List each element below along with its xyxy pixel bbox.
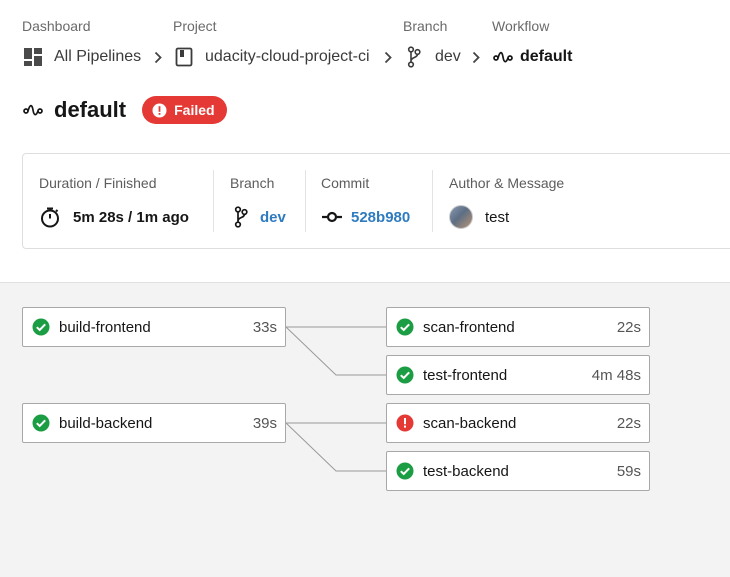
branch-label: Branch [230,175,275,191]
breadcrumb-workflow: Workflow default [492,18,572,65]
job-scan-frontend[interactable]: scan-frontend 22s [386,307,650,347]
job-name: scan-frontend [423,318,515,336]
job-test-frontend[interactable]: test-frontend 4m 48s [386,355,650,395]
branch-link[interactable]: dev [260,209,286,226]
breadcrumb-branch-text: dev [435,48,461,65]
author-label: Author & Message [449,175,565,191]
workflow-icon [22,99,44,121]
job-duration: 39s [252,414,277,432]
commit-label: Commit [321,175,370,191]
job-name: build-backend [59,414,153,432]
commit-link[interactable]: 528b980 [351,209,410,226]
breadcrumb-project-text: udacity-cloud-project-ci [205,48,370,65]
git-branch-icon [403,46,425,68]
status-badge-label: Failed [174,102,215,118]
chevron-right-icon [470,48,482,66]
job-name: test-frontend [423,366,508,384]
workflow-summary-card: Duration / Finished 5m 28s / 1m ago Bran… [22,153,730,249]
failed-alert-icon [396,414,414,432]
divider [305,170,306,232]
author-section: Author & Message test [449,170,564,232]
commit-section: Commit 528b980 [321,170,410,232]
divider [213,170,214,232]
job-duration: 4m 48s [591,366,641,384]
author-value: test [449,205,509,229]
duration-value: 5m 28s / 1m ago [39,206,189,228]
duration-label: Duration / Finished [39,175,157,191]
job-test-backend[interactable]: test-backend 59s [386,451,650,491]
success-check-icon [396,366,414,384]
git-commit-icon [321,206,343,228]
success-check-icon [32,318,50,336]
chevron-right-icon [382,48,394,66]
breadcrumb-project-label: Project [173,18,217,34]
dashboard-icon [22,46,44,68]
job-duration: 22s [616,318,641,336]
job-name: build-frontend [59,318,151,336]
branch-value: dev [230,206,286,228]
stopwatch-icon [39,206,61,228]
workflow-icon [492,46,514,68]
breadcrumb-workflow-text: default [520,48,573,65]
breadcrumb-project: Project udacity-cloud-project-ci [173,18,370,67]
job-duration: 33s [252,318,277,336]
divider [432,170,433,232]
job-name: scan-backend [423,414,517,432]
commit-message: test [485,208,510,226]
breadcrumb-branch-link[interactable]: dev [403,46,461,68]
alert-circle-icon [152,103,167,118]
job-build-frontend[interactable]: build-frontend 33s [22,307,286,347]
breadcrumb-all-pipelines-link[interactable]: All Pipelines [22,46,141,68]
duration-text: 5m 28s / 1m ago [73,208,189,226]
success-check-icon [396,462,414,480]
chevron-right-icon [152,48,164,66]
breadcrumb-project-link[interactable]: udacity-cloud-project-ci [173,46,370,68]
breadcrumb-branch: Branch dev [403,18,461,68]
job-scan-backend[interactable]: scan-backend 22s [386,403,650,443]
success-check-icon [396,318,414,336]
page-header: default Failed [22,96,227,124]
breadcrumb-all-pipelines-text: All Pipelines [54,48,142,65]
duration-section: Duration / Finished 5m 28s / 1m ago [39,170,189,232]
breadcrumb-branch-label: Branch [403,18,448,34]
job-duration: 59s [616,462,641,480]
status-badge: Failed [142,96,227,124]
breadcrumb-workflow-current: default [492,46,572,68]
avatar [449,205,473,229]
git-branch-icon [230,206,252,228]
breadcrumb-dashboard: Dashboard All Pipelines [22,18,141,66]
job-duration: 22s [616,414,641,432]
job-name: test-backend [423,462,509,480]
job-build-backend[interactable]: build-backend 39s [22,403,286,443]
breadcrumb-workflow-label: Workflow [492,18,550,34]
workflow-graph: build-frontend 33s build-backend 39s sca… [0,282,730,577]
success-check-icon [32,414,50,432]
commit-value: 528b980 [321,206,410,228]
branch-section: Branch dev [230,170,286,232]
project-book-icon [173,46,195,68]
breadcrumb-dashboard-label: Dashboard [22,18,91,34]
page-title: default [54,97,127,122]
